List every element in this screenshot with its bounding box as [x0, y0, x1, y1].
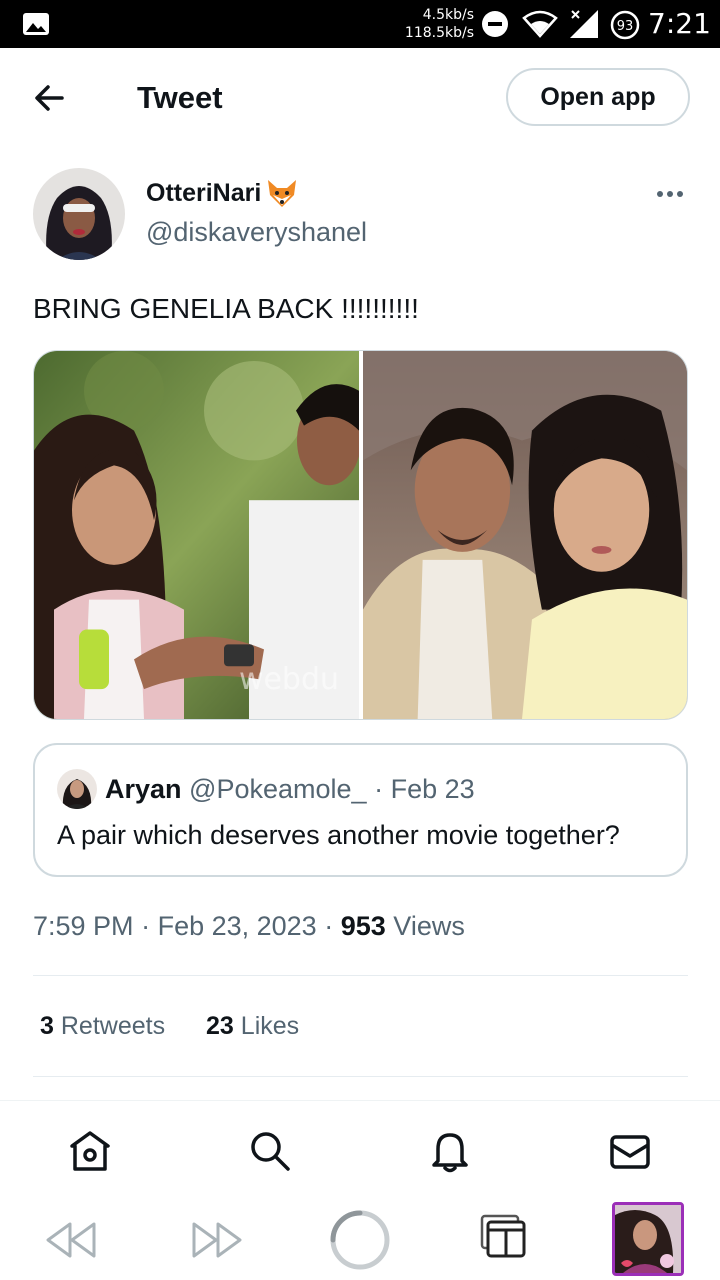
- quote-meta: Aryan @Pokeamole_ · Feb 23: [105, 771, 475, 807]
- rewind-icon[interactable]: [44, 1220, 98, 1260]
- open-app-button[interactable]: Open app: [506, 68, 690, 126]
- status-bar: 4.5kb/s 118.5kb/s 93 7:21: [0, 0, 720, 48]
- likes-label: Likes: [240, 1012, 300, 1040]
- tweet-meta: 7:59 PM · Feb 23, 2023 · 953 Views: [33, 908, 465, 944]
- author-handle[interactable]: @diskaveryshanel: [146, 214, 367, 250]
- likes-stat[interactable]: 23 Likes: [206, 1012, 299, 1040]
- search-icon[interactable]: [248, 1129, 292, 1173]
- network-speed: 4.5kb/s 118.5kb/s: [400, 6, 474, 42]
- back-arrow-icon[interactable]: [30, 78, 70, 118]
- photo-watermark: webdu: [239, 662, 339, 697]
- tweet-time: 7:59 PM: [33, 911, 134, 941]
- author-name-text: OtteriNari: [146, 179, 262, 207]
- tweet-photo-2[interactable]: [363, 351, 687, 719]
- quote-text: A pair which deserves another movie toge…: [57, 820, 620, 850]
- fast-forward-icon[interactable]: [190, 1220, 244, 1260]
- battery-level: 93: [617, 19, 634, 34]
- tweet-stats: 3 Retweets 23 Likes: [40, 1008, 299, 1044]
- wifi-icon: [522, 10, 558, 38]
- divider: [33, 1076, 688, 1077]
- browser-nav-bar: [0, 1200, 720, 1280]
- quote-date: · Feb 23: [374, 774, 475, 804]
- author-name[interactable]: OtteriNari: [146, 176, 299, 210]
- page-title: Tweet: [137, 80, 223, 115]
- retweets-count: 3: [40, 1012, 54, 1040]
- fox-emoji-icon: [268, 180, 297, 207]
- clock: 7:21: [648, 7, 711, 40]
- tweet-text: BRING GENELIA BACK !!!!!!!!!!: [33, 293, 419, 324]
- network-upload: 4.5kb/s: [422, 7, 474, 23]
- author-avatar[interactable]: [33, 168, 125, 260]
- divider: [33, 975, 688, 976]
- signal-icon: [570, 10, 598, 38]
- loading-spinner-icon[interactable]: [328, 1208, 392, 1272]
- top-header: Tweet Open app: [0, 48, 720, 148]
- home-icon[interactable]: [68, 1129, 112, 1173]
- quote-author-handle[interactable]: @Pokeamole_: [189, 774, 367, 804]
- network-download: 118.5kb/s: [404, 25, 474, 41]
- battery-icon: 93: [610, 10, 640, 40]
- tabs-icon[interactable]: [478, 1212, 528, 1260]
- tweet-photo-1[interactable]: webdu: [34, 351, 359, 719]
- views-count: 953: [340, 911, 386, 941]
- quoted-tweet[interactable]: Aryan @Pokeamole_ · Feb 23 A pair which …: [33, 743, 688, 877]
- gallery-icon: [23, 13, 49, 35]
- retweets-label: Retweets: [60, 1012, 166, 1040]
- likes-count: 23: [206, 1012, 234, 1040]
- quote-author-name[interactable]: Aryan: [105, 774, 182, 804]
- bottom-tab-bar: [0, 1100, 720, 1200]
- tweet-date: · Feb 23, 2023 ·: [141, 911, 334, 941]
- more-options-icon[interactable]: [652, 180, 688, 208]
- tweet-media[interactable]: webdu: [33, 350, 688, 720]
- do-not-disturb-icon: [482, 11, 508, 37]
- quote-avatar[interactable]: [57, 769, 97, 809]
- messages-icon[interactable]: [608, 1129, 652, 1173]
- page-thumbnail[interactable]: [612, 1202, 684, 1276]
- notifications-icon[interactable]: [428, 1129, 472, 1173]
- views-label: Views: [393, 911, 465, 941]
- retweets-stat[interactable]: 3 Retweets: [40, 1012, 165, 1040]
